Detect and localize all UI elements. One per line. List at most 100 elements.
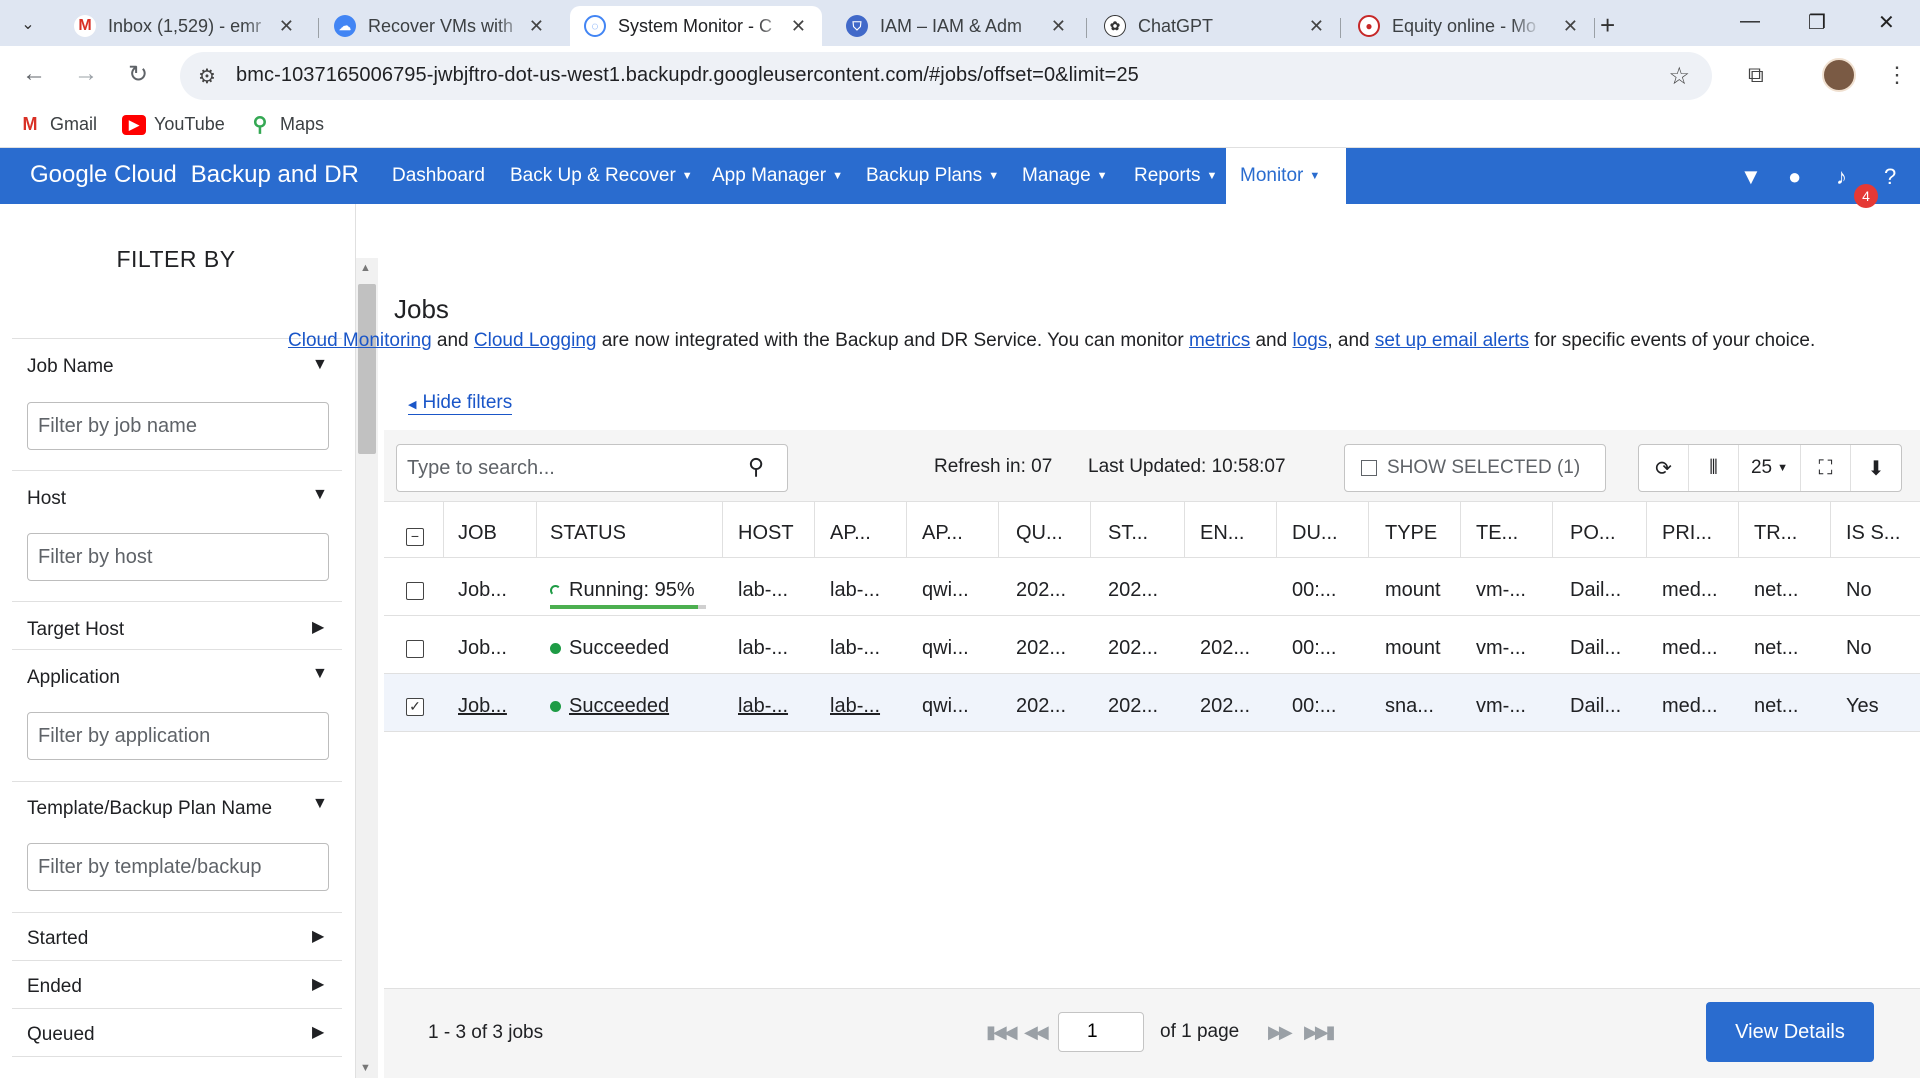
col-ended[interactable]: EN... (1200, 522, 1244, 545)
show-selected-toggle[interactable]: SHOW SELECTED (1) (1344, 444, 1606, 492)
caret-right-icon[interactable]: ▶ (312, 1022, 324, 1042)
filter-host-label[interactable]: Host (27, 488, 66, 510)
caret-down-icon[interactable]: ▼ (312, 356, 328, 374)
cell-job[interactable]: Job... (458, 579, 507, 602)
col-appliance[interactable]: AP... (922, 522, 963, 545)
address-bar[interactable]: ⚙ bmc-1037165006795-jwbjftro-dot-us-west… (180, 52, 1712, 100)
hide-filters-link[interactable]: ◀ Hide filters (408, 392, 513, 415)
site-info-icon[interactable]: ⚙ (198, 64, 216, 89)
nav-backup-plans[interactable]: Backup Plans ▼ (852, 148, 1013, 204)
filter-job-name-label[interactable]: Job Name (27, 356, 114, 378)
extensions-icon[interactable]: ⧉ (1748, 62, 1764, 88)
caret-right-icon[interactable]: ▶ (312, 974, 324, 994)
filter-icon[interactable]: ▼ (1740, 164, 1762, 190)
caret-down-icon[interactable]: ▼ (312, 665, 328, 683)
col-duration[interactable]: DU... (1292, 522, 1338, 545)
search-input[interactable] (396, 444, 788, 492)
sidebar-scroll-thumb[interactable] (358, 284, 376, 454)
close-tab-icon[interactable]: ✕ (791, 16, 806, 37)
profile-avatar[interactable] (1822, 58, 1856, 92)
caret-down-icon[interactable]: ▼ (312, 486, 328, 504)
select-all-checkbox[interactable]: − (406, 528, 424, 546)
filter-application-input[interactable] (27, 712, 329, 760)
col-queued[interactable]: QU... (1016, 522, 1063, 545)
col-job[interactable]: JOB (458, 522, 497, 545)
nav-app-manager[interactable]: App Manager ▼ (698, 148, 857, 204)
close-tab-icon[interactable]: ✕ (529, 16, 544, 37)
bell-icon[interactable]: ♪ (1836, 164, 1847, 190)
nav-dashboard[interactable]: Dashboard (378, 148, 499, 204)
bookmark-star-icon[interactable]: ☆ (1668, 62, 1690, 91)
caret-right-icon[interactable]: ▶ (312, 617, 324, 637)
filter-started-label[interactable]: Started (27, 928, 88, 950)
tab-chatgpt[interactable]: ✿ ChatGPT ✕ (1090, 6, 1340, 46)
help-icon[interactable]: ? (1884, 164, 1896, 190)
email-alerts-link[interactable]: set up email alerts (1375, 330, 1529, 351)
bookmark-maps[interactable]: ⚲ Maps (248, 114, 324, 136)
tab-system-monitor[interactable]: ◌ System Monitor - C ✕ (570, 6, 822, 46)
caret-right-icon[interactable]: ▶ (312, 926, 324, 946)
filter-template-label[interactable]: Template/Backup Plan Name (27, 798, 272, 820)
col-host[interactable]: HOST (738, 522, 794, 545)
nav-reports[interactable]: Reports ▼ (1120, 148, 1231, 204)
col-template[interactable]: TE... (1476, 522, 1518, 545)
tab-equity-online[interactable]: ● Equity online - Mo ✕ (1344, 6, 1594, 46)
page-size-select[interactable]: 25 ▼ (1739, 445, 1801, 491)
page-number-input[interactable] (1058, 1012, 1144, 1052)
reload-icon[interactable]: ↻ (128, 60, 148, 89)
brand[interactable]: Google Cloud Backup and DR (30, 161, 359, 189)
filter-ended-label[interactable]: Ended (27, 976, 82, 998)
filter-application-label[interactable]: Application (27, 667, 120, 689)
bookmark-gmail[interactable]: M Gmail (18, 114, 98, 135)
cell-job[interactable]: Job... (458, 637, 507, 660)
filter-queued-label[interactable]: Queued (27, 1024, 95, 1046)
filter-template-input[interactable] (27, 843, 329, 891)
url-text[interactable]: bmc-1037165006795-jwbjftro-dot-us-west1.… (236, 64, 1139, 87)
logs-link[interactable]: logs (1292, 330, 1327, 351)
cloud-logging-link[interactable]: Cloud Logging (474, 330, 597, 351)
nav-monitor[interactable]: Monitor ▼ (1226, 148, 1346, 204)
user-icon[interactable]: ● (1788, 164, 1801, 190)
checkbox[interactable] (1361, 460, 1377, 476)
col-policy[interactable]: PO... (1570, 522, 1616, 545)
close-tab-icon[interactable]: ✕ (1309, 16, 1324, 37)
download-icon[interactable]: ⬇ (1851, 445, 1901, 491)
col-priority[interactable]: PRI... (1662, 522, 1712, 545)
col-status[interactable]: STATUS (550, 522, 626, 545)
cloud-monitoring-link[interactable]: Cloud Monitoring (288, 330, 432, 351)
filter-target-host-label[interactable]: Target Host (27, 619, 124, 641)
col-started[interactable]: ST... (1108, 522, 1148, 545)
prev-page-icon[interactable]: ◀◀ (1024, 1022, 1049, 1043)
columns-icon[interactable]: ⦀ (1689, 445, 1739, 491)
last-page-icon[interactable]: ▶▶▮ (1304, 1022, 1336, 1043)
first-page-icon[interactable]: ▮◀◀ (986, 1022, 1018, 1043)
restore-icon[interactable]: ❐ (1808, 10, 1826, 35)
back-icon[interactable]: ← (22, 60, 46, 88)
tab-search-icon[interactable]: ⌄ (10, 9, 46, 39)
close-tab-icon[interactable]: ✕ (279, 16, 294, 37)
new-tab-icon[interactable]: + (1600, 10, 1615, 41)
nav-manage[interactable]: Manage ▼ (1008, 148, 1122, 204)
minimize-icon[interactable]: — (1740, 10, 1760, 33)
search-icon[interactable]: ⚲ (748, 454, 764, 480)
filter-host-input[interactable] (27, 533, 329, 581)
col-transport[interactable]: TR... (1754, 522, 1797, 545)
refresh-icon[interactable]: ⟳ (1639, 445, 1689, 491)
row-checkbox[interactable] (406, 582, 424, 600)
tab-recover-vms[interactable]: ☁ Recover VMs with ✕ (320, 6, 560, 46)
cell-host[interactable]: lab-... (738, 695, 788, 718)
cell-application[interactable]: lab-... (830, 695, 880, 718)
view-details-button[interactable]: View Details (1706, 1002, 1874, 1062)
cell-job[interactable]: Job... (458, 695, 507, 718)
browser-menu-icon[interactable]: ⋮ (1886, 62, 1908, 88)
bookmark-youtube[interactable]: ▶ YouTube (122, 114, 225, 135)
col-application[interactable]: AP... (830, 522, 871, 545)
close-tab-icon[interactable]: ✕ (1563, 16, 1578, 37)
row-checkbox-checked[interactable]: ✓ (406, 698, 424, 716)
close-tab-icon[interactable]: ✕ (1051, 16, 1066, 37)
tab-iam[interactable]: ⛉ IAM – IAM & Adm ✕ (832, 6, 1082, 46)
tab-gmail[interactable]: M Inbox (1,529) - emr ✕ (60, 6, 310, 46)
col-type[interactable]: TYPE (1385, 522, 1437, 545)
fullscreen-icon[interactable]: ⛶ (1801, 445, 1851, 491)
nav-back-up-recover[interactable]: Back Up & Recover ▼ (496, 148, 707, 204)
